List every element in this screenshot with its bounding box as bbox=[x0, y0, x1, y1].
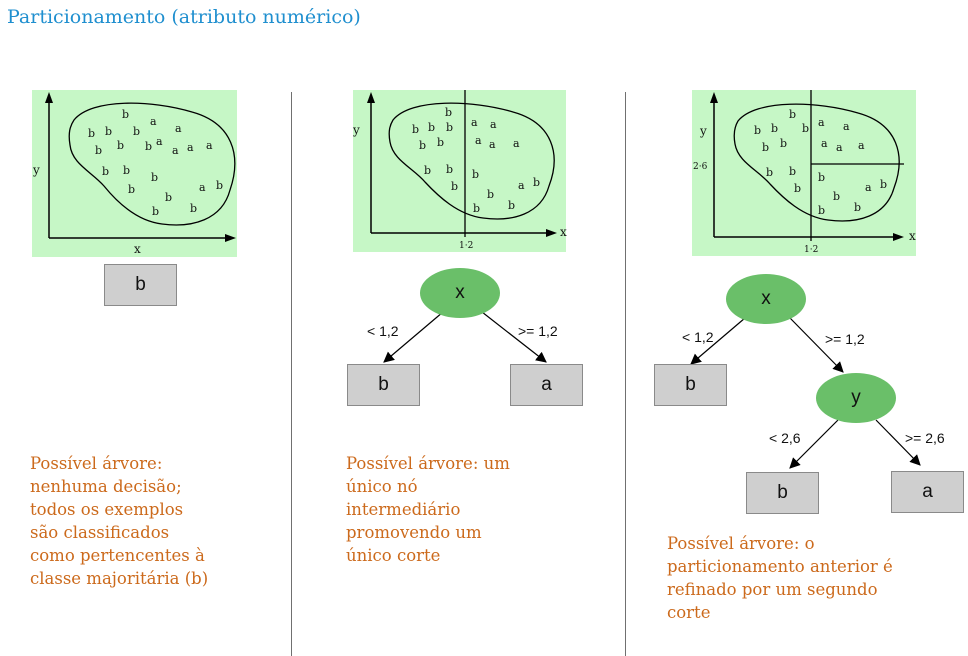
leaf-node-b: b bbox=[347, 364, 420, 406]
svg-text:b: b bbox=[754, 124, 761, 137]
y-tick-label: 2·6 bbox=[693, 162, 708, 172]
leaf-node-b-2: b bbox=[746, 472, 819, 514]
svg-text:a: a bbox=[836, 141, 843, 154]
svg-text:a: a bbox=[865, 181, 872, 194]
svg-text:a: a bbox=[821, 137, 828, 150]
svg-text:a: a bbox=[843, 120, 850, 133]
edge-label-inner-right: >= 2,6 bbox=[905, 430, 945, 446]
svg-text:b: b bbox=[854, 201, 861, 214]
x-tick-label: 1·2 bbox=[804, 245, 818, 255]
description-2: Possível árvore: um único nó intermediár… bbox=[346, 454, 510, 565]
svg-text:b: b bbox=[771, 122, 778, 135]
edge-label-inner-left: < 2,6 bbox=[769, 430, 801, 446]
edge-label-left: < 1,2 bbox=[682, 329, 714, 345]
edge-label-left: < 1,2 bbox=[367, 323, 399, 339]
svg-text:a: a bbox=[818, 116, 825, 129]
y-axis-label: y bbox=[699, 124, 707, 138]
edge-label-right: >= 1,2 bbox=[825, 331, 865, 347]
svg-text:b: b bbox=[818, 204, 825, 217]
svg-text:b: b bbox=[780, 137, 787, 150]
panel3-a-points: a a a a a a bbox=[818, 116, 872, 194]
scatter-plot-3: b b b b b b b b b b b b b b a a a a a a … bbox=[692, 90, 916, 256]
svg-text:b: b bbox=[762, 141, 769, 154]
description-3: Possível árvore: o particionamento anter… bbox=[667, 534, 893, 622]
svg-text:b: b bbox=[794, 182, 801, 195]
x-axis-label: x bbox=[909, 229, 916, 243]
svg-text:b: b bbox=[766, 166, 773, 179]
svg-text:b: b bbox=[802, 122, 809, 135]
svg-text:b: b bbox=[789, 108, 796, 121]
leaf-node-b: b bbox=[654, 364, 727, 406]
svg-text:b: b bbox=[818, 171, 825, 184]
svg-text:b: b bbox=[880, 178, 887, 191]
leaf-node-a: a bbox=[510, 364, 583, 406]
edge-label-right: >= 1,2 bbox=[518, 323, 558, 339]
root-node: x bbox=[726, 274, 806, 324]
root-node: x bbox=[420, 268, 500, 318]
leaf-node-a: a bbox=[891, 471, 964, 513]
svg-text:b: b bbox=[789, 165, 796, 178]
svg-text:a: a bbox=[858, 139, 865, 152]
svg-text:b: b bbox=[833, 190, 840, 203]
inner-node-y: y bbox=[816, 373, 896, 423]
